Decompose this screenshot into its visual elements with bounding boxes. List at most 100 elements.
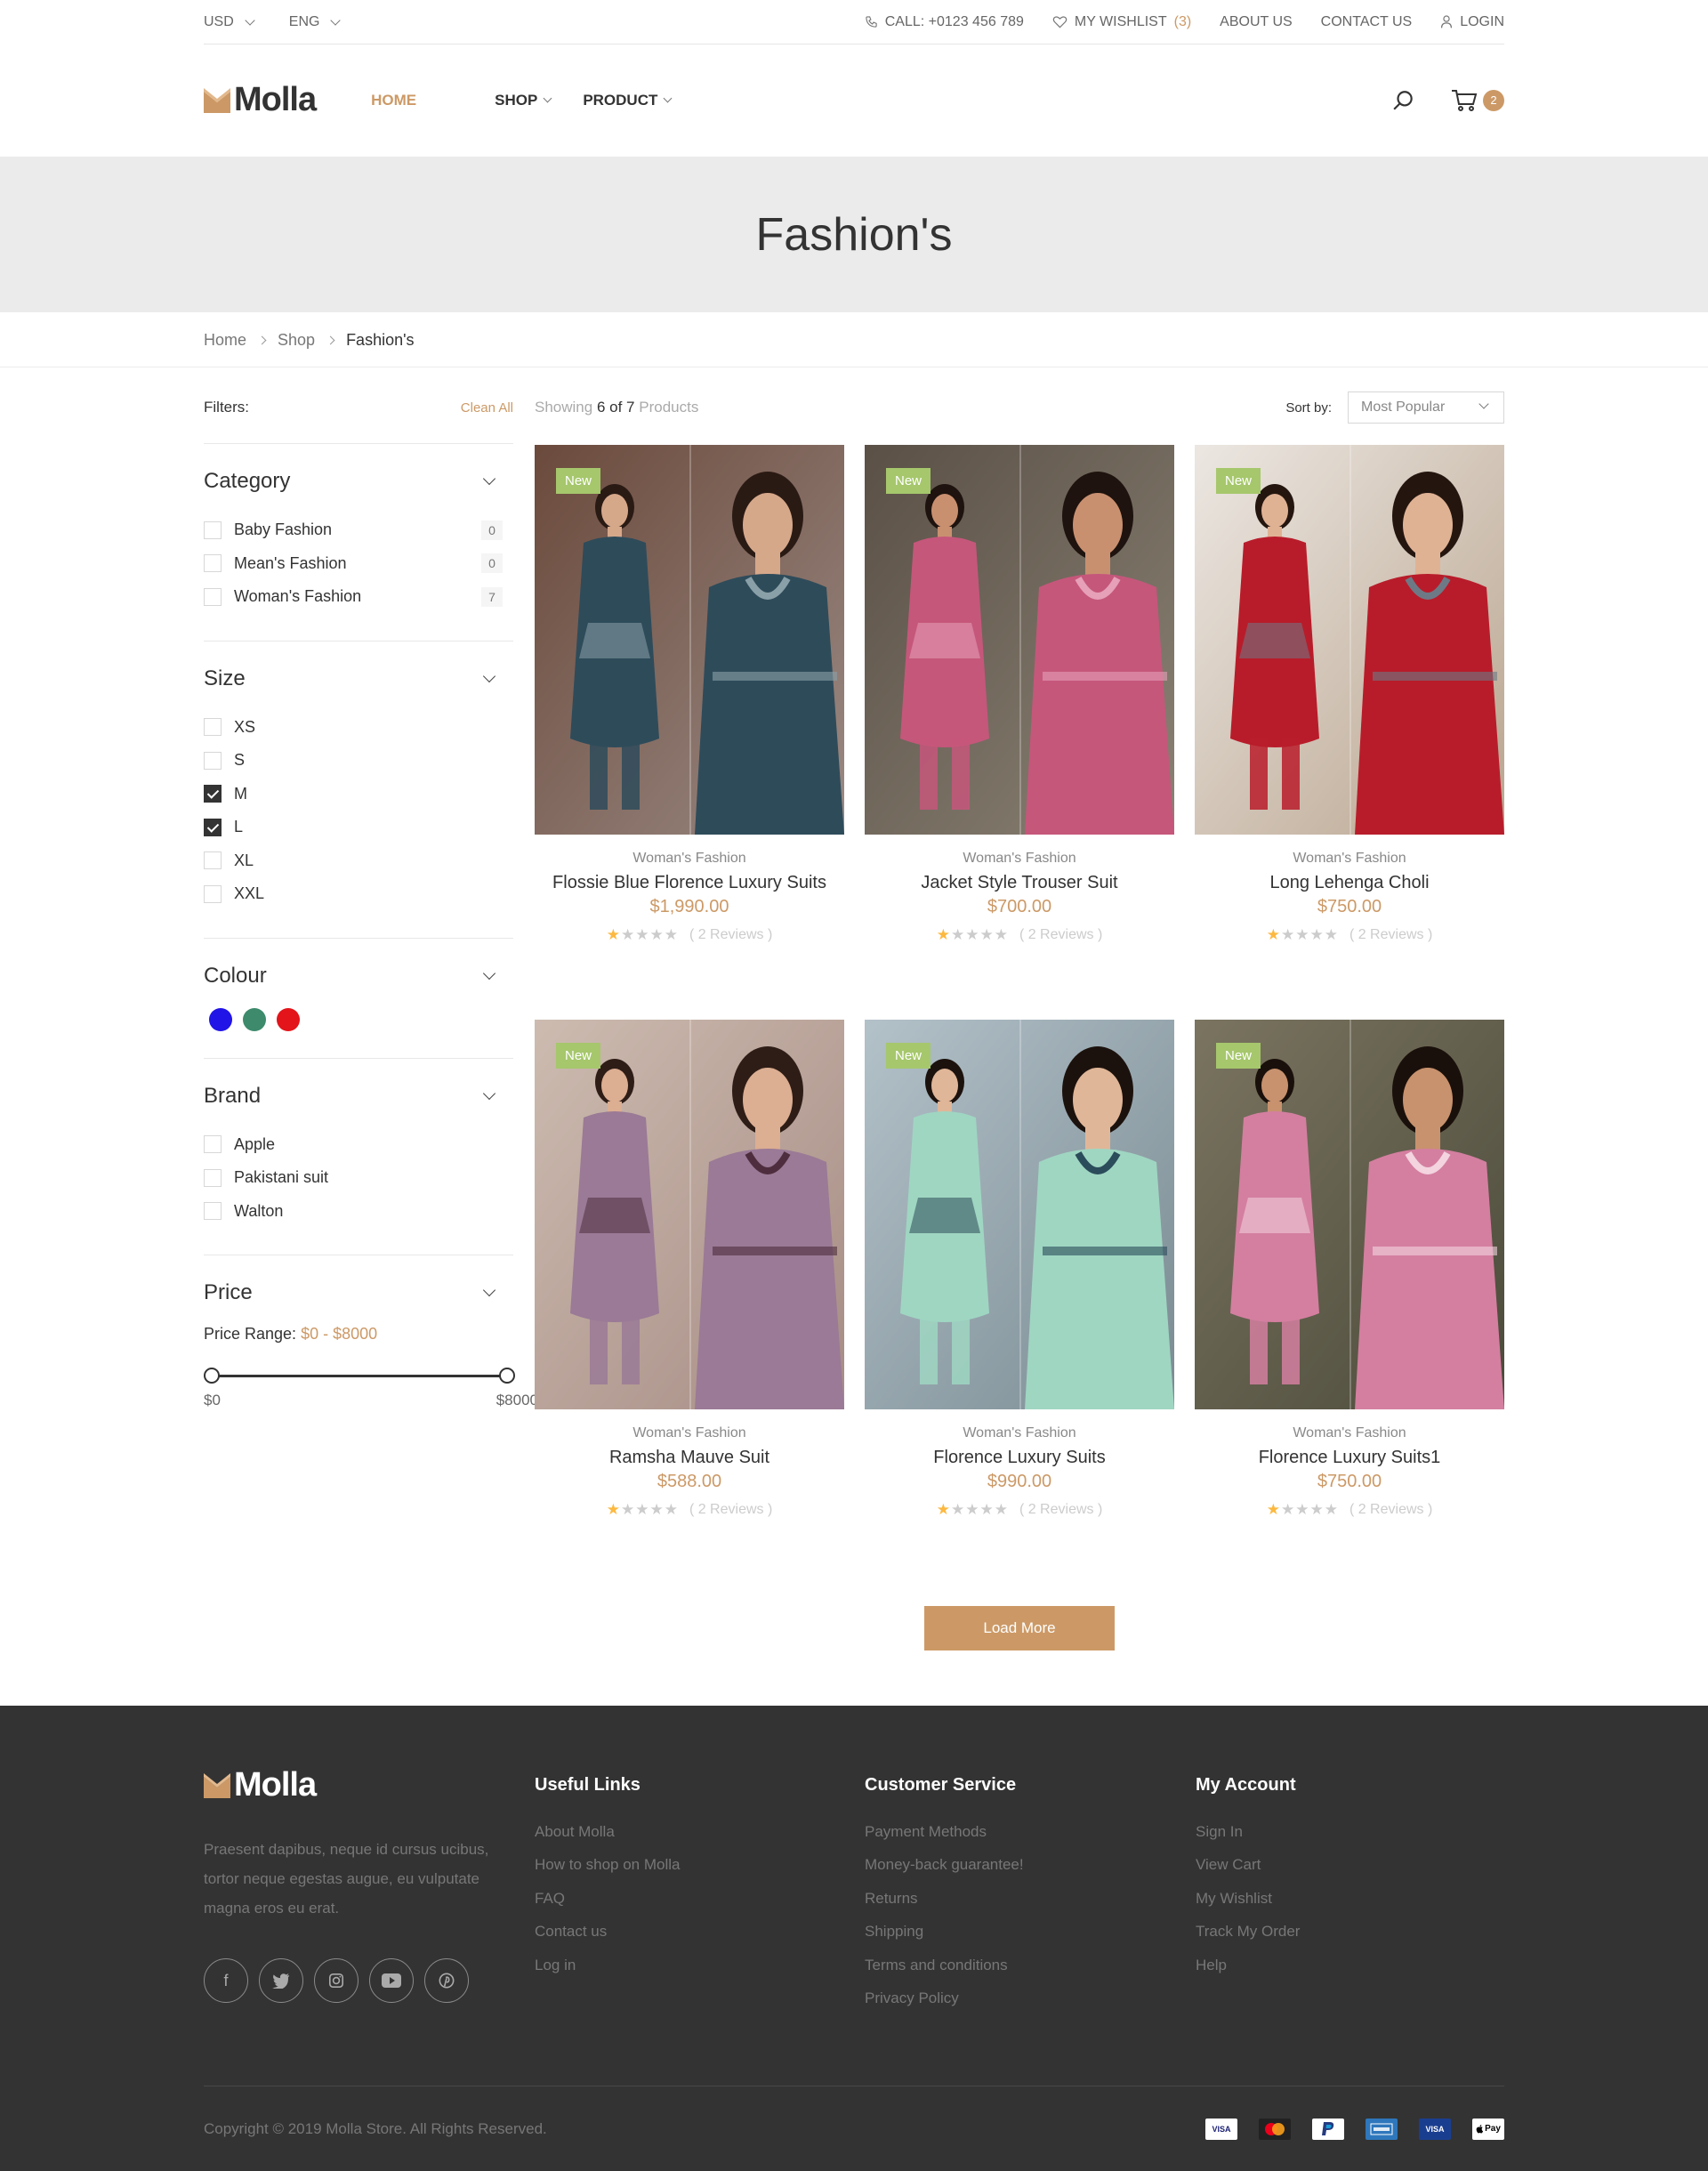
contact-link[interactable]: CONTACT US	[1321, 14, 1413, 30]
cart-button[interactable]: 2	[1451, 89, 1504, 112]
twitter-icon[interactable]	[259, 1958, 303, 2003]
size-option[interactable]: XS	[204, 711, 513, 745]
product-image[interactable]: New	[535, 445, 844, 835]
brand-option[interactable]: Apple	[204, 1128, 513, 1162]
product-category[interactable]: Woman's Fashion	[865, 1425, 1174, 1441]
product-image[interactable]: New	[1195, 1020, 1504, 1409]
about-link[interactable]: ABOUT US	[1220, 14, 1293, 30]
currency-select[interactable]: USD	[204, 14, 255, 30]
price-slider[interactable]	[204, 1367, 515, 1384]
size-toggle[interactable]: Size	[204, 666, 513, 691]
product-name[interactable]: Long Lehenga Choli	[1195, 872, 1504, 894]
review-count[interactable]: ( 2 Reviews )	[1019, 927, 1102, 943]
review-count[interactable]: ( 2 Reviews )	[1019, 1502, 1102, 1518]
language-select[interactable]: ENG	[289, 14, 342, 30]
product-name[interactable]: Florence Luxury Suits1	[1195, 1447, 1504, 1469]
facebook-icon[interactable]: f	[204, 1958, 248, 2003]
product-category[interactable]: Woman's Fashion	[1195, 1425, 1504, 1441]
footer-link[interactable]: My Wishlist	[1196, 1882, 1300, 1916]
product-card[interactable]: New Woman's Fashion Florence Luxury Suit…	[1195, 1020, 1504, 1594]
price-toggle[interactable]: Price	[204, 1280, 513, 1305]
size-option[interactable]: S	[204, 744, 513, 778]
slider-min-handle[interactable]	[204, 1368, 220, 1384]
nav-shop[interactable]: SHOP	[495, 92, 552, 109]
logo[interactable]: Molla	[204, 81, 317, 119]
brand-toggle[interactable]: Brand	[204, 1084, 513, 1109]
size-option[interactable]: L	[204, 811, 513, 844]
sort-select[interactable]: Most Popular	[1348, 391, 1504, 424]
footer-link[interactable]: Payment Methods	[865, 1815, 1024, 1849]
checkbox[interactable]	[204, 884, 222, 903]
colour-swatch[interactable]	[209, 1007, 232, 1031]
checkbox[interactable]	[204, 751, 222, 770]
product-image[interactable]: New	[865, 445, 1174, 835]
product-card[interactable]: New Woman's Fashion Long Lehenga Choli $…	[1195, 445, 1504, 1020]
brand-option[interactable]: Pakistani suit	[204, 1161, 513, 1195]
slider-max-handle[interactable]	[499, 1368, 515, 1384]
footer-link[interactable]: Contact us	[535, 1916, 680, 1949]
checkbox[interactable]	[204, 785, 222, 803]
instagram-icon[interactable]	[314, 1958, 359, 2003]
login-link[interactable]: LOGIN	[1440, 14, 1504, 30]
product-name[interactable]: Jacket Style Trouser Suit	[865, 872, 1174, 894]
brand-option[interactable]: Walton	[204, 1195, 513, 1229]
product-image[interactable]: New	[1195, 445, 1504, 835]
youtube-icon[interactable]	[369, 1958, 414, 2003]
footer-link[interactable]: View Cart	[1196, 1849, 1300, 1883]
load-more-button[interactable]: Load More	[924, 1606, 1115, 1650]
clean-all-link[interactable]: Clean All	[461, 400, 513, 416]
nav-home[interactable]: HOME	[371, 92, 416, 109]
colour-swatch[interactable]	[277, 1007, 300, 1031]
size-option[interactable]: XXL	[204, 877, 513, 911]
breadcrumb-home[interactable]: Home	[204, 331, 246, 350]
category-option[interactable]: Woman's Fashion 7	[204, 580, 513, 614]
checkbox[interactable]	[204, 1135, 222, 1154]
product-category[interactable]: Woman's Fashion	[535, 851, 844, 867]
checkbox[interactable]	[204, 587, 222, 606]
footer-link[interactable]: Terms and conditions	[865, 1949, 1024, 1982]
footer-link[interactable]: Returns	[865, 1882, 1024, 1916]
checkbox[interactable]	[204, 851, 222, 870]
pinterest-icon[interactable]	[424, 1958, 469, 2003]
search-icon[interactable]	[1392, 89, 1415, 112]
wishlist-link[interactable]: MY WISHLIST (3)	[1052, 14, 1191, 30]
product-card[interactable]: New Woman's Fashion Florence Luxury Suit…	[865, 1020, 1174, 1594]
footer-link[interactable]: Track My Order	[1196, 1916, 1300, 1949]
checkbox[interactable]	[204, 718, 222, 737]
product-card[interactable]: New Woman's Fashion Flossie Blue Florenc…	[535, 445, 844, 1020]
product-category[interactable]: Woman's Fashion	[1195, 851, 1504, 867]
size-option[interactable]: M	[204, 778, 513, 811]
category-option[interactable]: Baby Fashion 0	[204, 513, 513, 547]
product-card[interactable]: New Woman's Fashion Jacket Style Trouser…	[865, 445, 1174, 1020]
breadcrumb-shop[interactable]: Shop	[278, 331, 315, 350]
product-category[interactable]: Woman's Fashion	[865, 851, 1174, 867]
checkbox[interactable]	[204, 818, 222, 836]
review-count[interactable]: ( 2 Reviews )	[689, 927, 772, 943]
call-link[interactable]: CALL: +0123 456 789	[865, 14, 1024, 30]
colour-toggle[interactable]: Colour	[204, 964, 513, 989]
product-name[interactable]: Ramsha Mauve Suit	[535, 1447, 844, 1469]
product-category[interactable]: Woman's Fashion	[535, 1425, 844, 1441]
footer-link[interactable]: Log in	[535, 1949, 680, 1982]
checkbox[interactable]	[204, 554, 222, 573]
checkbox[interactable]	[204, 1202, 222, 1221]
footer-link[interactable]: How to shop on Molla	[535, 1849, 680, 1883]
footer-link[interactable]: Help	[1196, 1949, 1300, 1982]
checkbox[interactable]	[204, 521, 222, 539]
category-option[interactable]: Mean's Fashion 0	[204, 547, 513, 581]
review-count[interactable]: ( 2 Reviews )	[1349, 1502, 1432, 1518]
colour-swatch[interactable]	[243, 1007, 266, 1031]
footer-logo[interactable]: Molla	[204, 1766, 497, 1804]
product-image[interactable]: New	[865, 1020, 1174, 1409]
checkbox[interactable]	[204, 1168, 222, 1187]
category-toggle[interactable]: Category	[204, 469, 513, 494]
footer-link[interactable]: About Molla	[535, 1815, 680, 1849]
nav-product[interactable]: PRODUCT	[583, 92, 673, 109]
size-option[interactable]: XL	[204, 844, 513, 878]
review-count[interactable]: ( 2 Reviews )	[689, 1502, 772, 1518]
product-image[interactable]: New	[535, 1020, 844, 1409]
footer-link[interactable]: Privacy Policy	[865, 1982, 1024, 2016]
review-count[interactable]: ( 2 Reviews )	[1349, 927, 1432, 943]
footer-link[interactable]: FAQ	[535, 1882, 680, 1916]
product-name[interactable]: Florence Luxury Suits	[865, 1447, 1174, 1469]
